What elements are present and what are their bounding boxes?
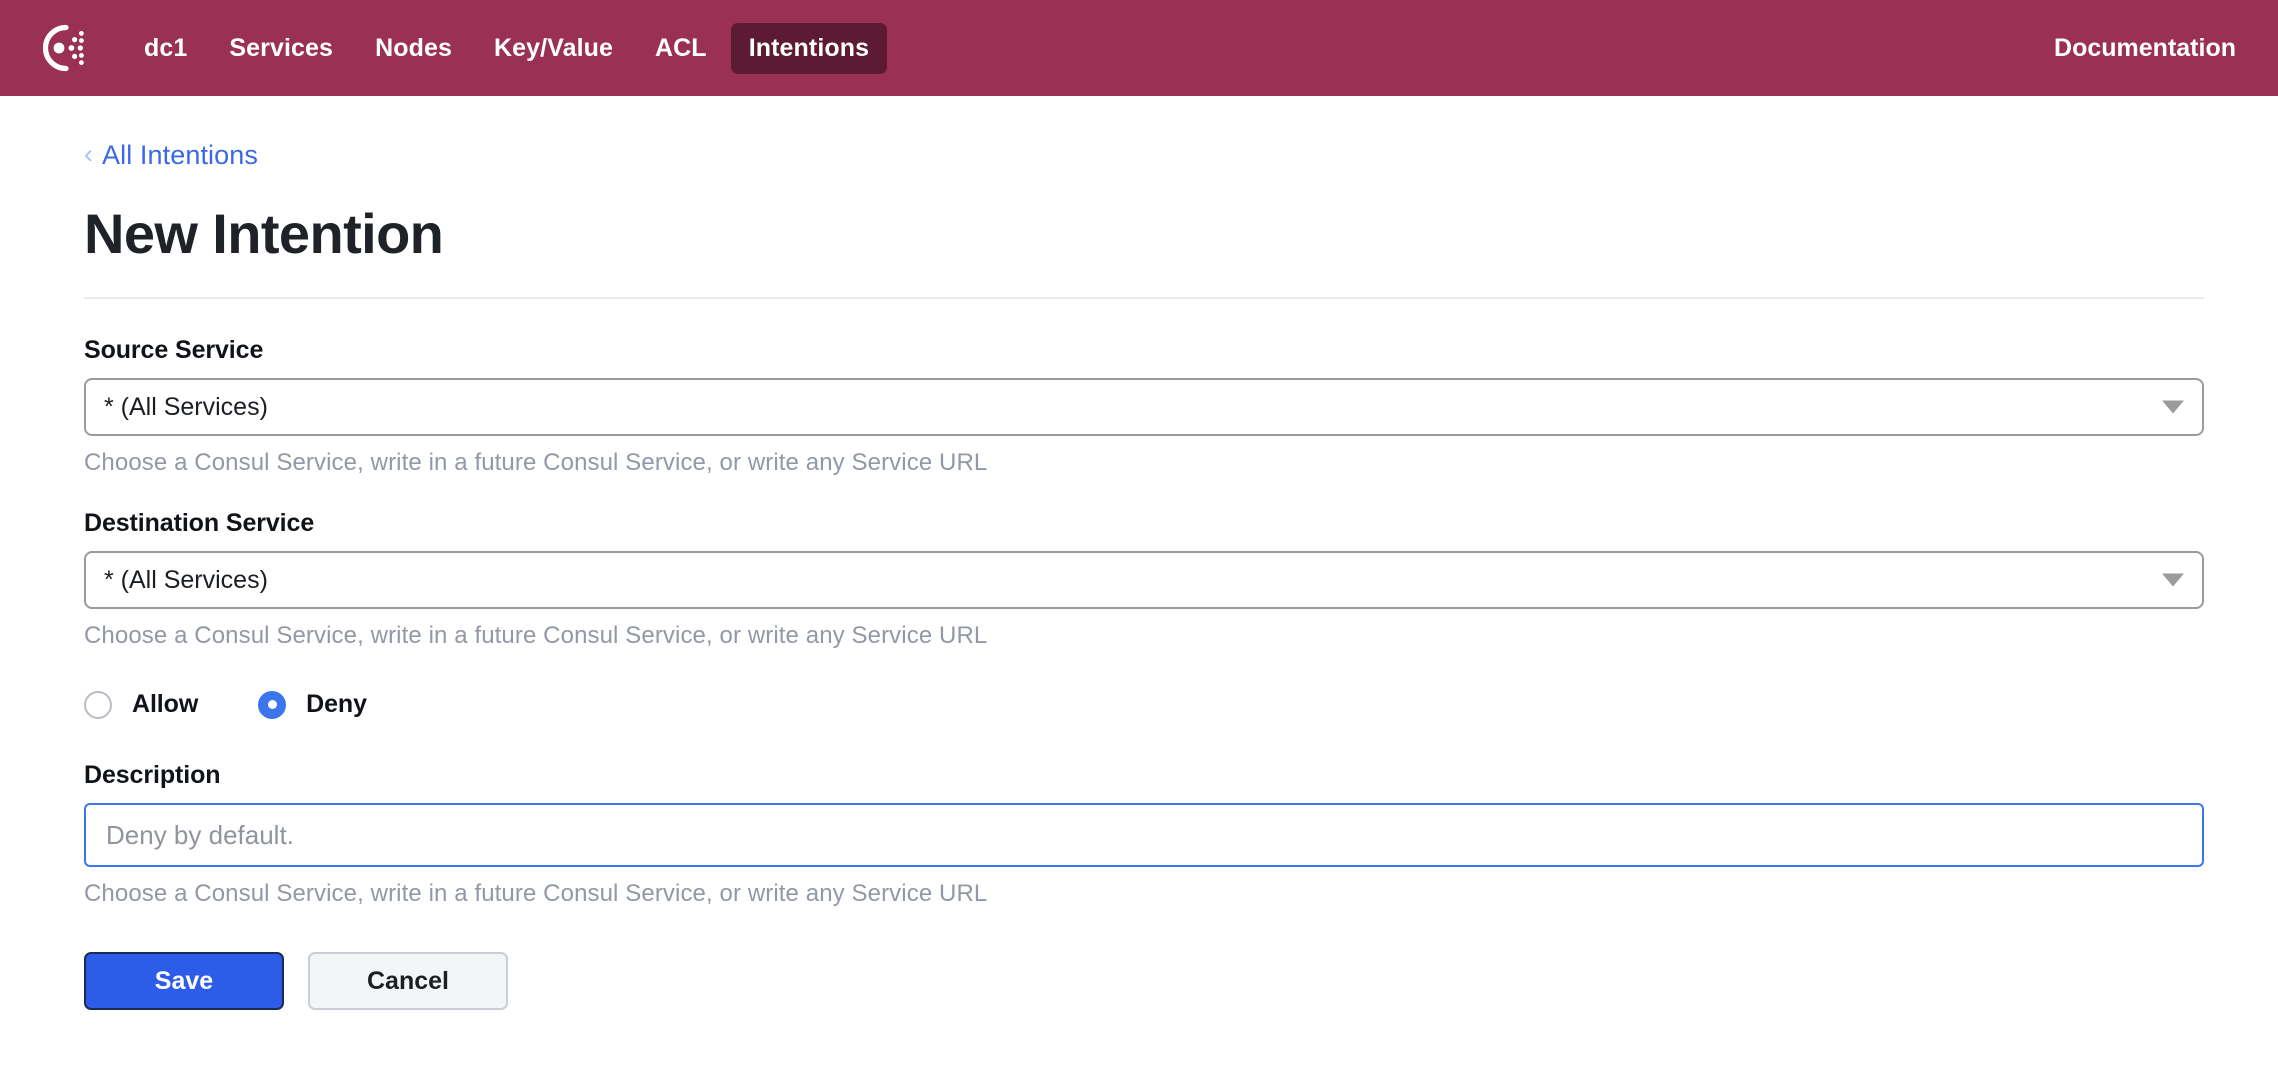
source-service-label: Source Service <box>84 336 264 364</box>
source-service-value: * (All Services) <box>104 392 268 421</box>
page-title: New Intention <box>84 202 444 265</box>
destination-service-select-wrap: * (All Services) <box>84 551 2204 609</box>
radio-option-allow[interactable]: Allow <box>84 690 198 719</box>
save-button[interactable]: Save <box>84 952 284 1010</box>
radio-label-allow: Allow <box>132 690 199 718</box>
action-radio-group: Allow Deny <box>84 690 2278 719</box>
destination-service-select[interactable]: * (All Services) <box>84 551 2204 609</box>
documentation-link[interactable]: Documentation <box>2046 23 2244 74</box>
nav-item-dc1[interactable]: dc1 <box>126 23 205 74</box>
consul-logo-icon[interactable] <box>34 20 90 76</box>
description-field: Description Choose a Consul Service, wri… <box>84 761 2278 908</box>
nav-item-key-value[interactable]: Key/Value <box>476 23 631 74</box>
breadcrumb-all-intentions[interactable]: ‹ All Intentions <box>84 140 258 171</box>
form-actions: Save Cancel <box>84 952 2278 1010</box>
source-service-select[interactable]: * (All Services) <box>84 378 2204 436</box>
radio-option-deny[interactable]: Deny <box>258 690 367 719</box>
destination-service-value: * (All Services) <box>104 565 268 594</box>
destination-service-field: Destination Service * (All Services) Cho… <box>84 509 2278 650</box>
nav-item-acl[interactable]: ACL <box>637 23 725 74</box>
description-input[interactable] <box>84 803 2204 867</box>
top-navigation-bar: dc1 Services Nodes Key/Value ACL Intenti… <box>0 0 2278 96</box>
source-service-helper: Choose a Consul Service, write in a futu… <box>84 449 988 476</box>
title-divider <box>84 297 2204 299</box>
chevron-left-icon: ‹ <box>84 139 93 169</box>
radio-label-deny: Deny <box>306 690 367 718</box>
nav-item-intentions[interactable]: Intentions <box>730 22 888 74</box>
nav-items: dc1 Services Nodes Key/Value ACL Intenti… <box>126 22 888 74</box>
radio-icon-deny-selected <box>258 690 287 719</box>
nav-item-nodes[interactable]: Nodes <box>357 23 470 74</box>
breadcrumb-label: All Intentions <box>102 140 258 170</box>
source-service-select-wrap: * (All Services) <box>84 378 2204 436</box>
source-service-field: Source Service * (All Services) Choose a… <box>84 336 2278 477</box>
page-content: ‹ All Intentions New Intention Source Se… <box>0 140 2278 1010</box>
new-intention-form: Source Service * (All Services) Choose a… <box>84 336 2278 1010</box>
destination-service-helper: Choose a Consul Service, write in a futu… <box>84 622 988 649</box>
nav-right-group: Documentation <box>2046 23 2244 74</box>
description-label: Description <box>84 761 221 789</box>
cancel-button[interactable]: Cancel <box>308 952 508 1010</box>
radio-icon-allow <box>84 690 112 719</box>
nav-item-services[interactable]: Services <box>211 23 351 74</box>
destination-service-label: Destination Service <box>84 509 315 537</box>
description-helper: Choose a Consul Service, write in a futu… <box>84 880 988 907</box>
